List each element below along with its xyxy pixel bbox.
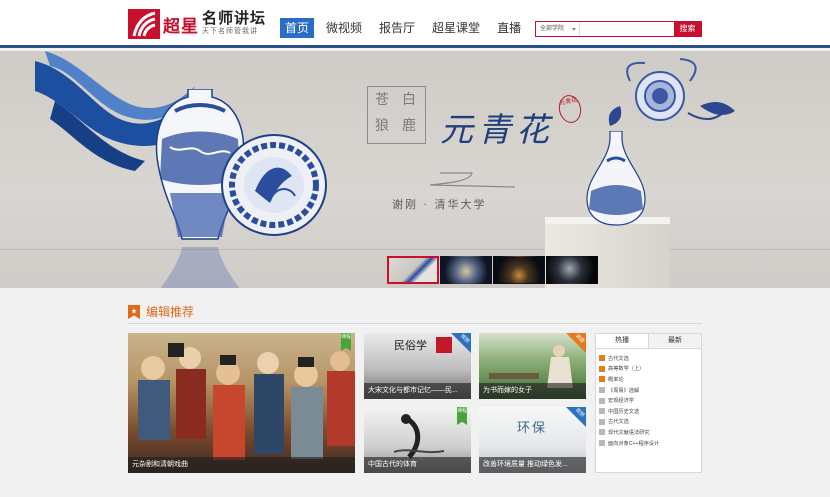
logo-emblem-icon (128, 9, 160, 39)
site-logo[interactable]: 超星 名师讲坛 天下名师管我讲 (128, 8, 278, 40)
hero-banner[interactable]: 白 鹿 苍 狼 元青花 元青花 谢刚 · 清华大学 (0, 51, 830, 288)
rank-marker-icon (599, 387, 605, 394)
rank-marker-icon (599, 365, 605, 372)
card-caption: 为书而嫁的女子 (479, 383, 586, 399)
tab-hot[interactable]: 热播 (596, 334, 649, 348)
nav-lecture-hall[interactable]: 报告厅 (374, 18, 420, 38)
editor-picks-header: 编辑推荐 (128, 304, 702, 324)
opera-figures-image (138, 343, 355, 460)
seal-char: 鹿 (402, 118, 416, 134)
search-input[interactable] (580, 22, 675, 36)
banner-thumbnail-strip (387, 256, 599, 284)
banner-thumb-1[interactable] (387, 256, 439, 284)
card-caption: 中国古代的体育 (364, 457, 471, 473)
brush-stroke-decoration (429, 172, 516, 188)
logo-tagline: 天下名师管我讲 (202, 28, 258, 35)
title-seal-box: 白 鹿 苍 狼 (367, 86, 426, 144)
list-item[interactable]: 概率论 (599, 374, 701, 385)
tab-latest[interactable]: 最新 (649, 334, 701, 348)
floor-line (0, 249, 830, 250)
chevron-down-icon (572, 28, 577, 31)
site-header: 超星 名师讲坛 天下名师管我讲 首页 微视频 报告厅 超星课堂 直播 全部 全部… (0, 0, 830, 48)
banner-thumb-3[interactable] (493, 256, 545, 284)
seal-char: 白 (402, 92, 416, 108)
list-item-label: 古代文选 (608, 355, 629, 362)
ranking-list: 古代文选 高等数学（上） 概率论 《周易》选解 宏观经济学 中国历史文选 古代文… (596, 349, 701, 448)
list-item[interactable]: 《周易》选解 (599, 385, 701, 396)
rank-marker-icon (599, 376, 605, 383)
blue-white-plate-image (221, 134, 327, 236)
list-item-label: 高等数学（上） (608, 366, 645, 373)
list-item[interactable]: 面向对象C++程序设计 (599, 438, 701, 449)
video-card[interactable]: 环保 视频 改善环境质量 推动绿色发... (479, 407, 586, 473)
rank-marker-icon (599, 397, 605, 404)
bookmark-star-icon (128, 305, 140, 319)
banner-thumb-4[interactable] (546, 256, 598, 284)
card-image-text: 环保 (517, 421, 548, 436)
nav-micro-video[interactable]: 微视频 (321, 18, 367, 38)
section-title: 编辑推荐 (146, 305, 195, 319)
search-button[interactable]: 搜索 (674, 22, 701, 36)
seal-char: 狼 (375, 118, 389, 134)
peony-painting-decoration (608, 58, 735, 126)
list-item[interactable]: 高等数学（上） (599, 364, 701, 375)
card-caption: 元杂剧和清朝戏曲 (128, 457, 355, 473)
rank-marker-icon (599, 408, 605, 415)
nav-live[interactable]: 直播 (492, 18, 526, 38)
list-item[interactable]: 古代文选 (599, 353, 701, 364)
lecture-card[interactable]: 讲座 为书而嫁的女子 (479, 333, 586, 399)
video-card[interactable]: 民俗学 视频 大宋文化与都市记忆——民... (364, 333, 471, 399)
list-item-label: 中国历史文选 (608, 408, 640, 415)
list-item-label: 宏观经济学 (608, 398, 634, 405)
card-caption: 大宋文化与都市记忆——民... (364, 383, 471, 399)
search-scope-label: 全部学院 (540, 26, 565, 32)
red-seal-stamp: 元青花 (556, 93, 584, 125)
list-item-label: 《周易》选解 (608, 387, 640, 394)
banner-thumb-2[interactable] (440, 256, 492, 284)
rank-marker-icon (599, 429, 605, 436)
rank-marker-icon (599, 418, 605, 425)
ranking-tabs: 热播 最新 (596, 334, 701, 349)
main-nav: 首页 微视频 报告厅 超星课堂 直播 全部 (280, 18, 574, 38)
ranking-panel: 热播 最新 古代文选 高等数学（上） 概率论 《周易》选解 宏观经济学 中国历史… (595, 333, 702, 473)
card-image-text: 民俗学 (394, 339, 427, 352)
nav-home[interactable]: 首页 (280, 18, 315, 38)
vase-reflection (158, 247, 242, 288)
search-bar: 全部学院 搜索 (535, 21, 702, 37)
seal-char: 苍 (375, 92, 389, 108)
yuhuchun-vase-image (586, 131, 646, 226)
course-card[interactable]: 课程 元杂剧和清朝戏曲 (128, 333, 355, 473)
nav-chaoxing-class[interactable]: 超星课堂 (427, 18, 485, 38)
banner-author: 谢刚 · 清华大学 (392, 198, 487, 211)
card-caption: 改善环境质量 推动绿色发... (479, 457, 586, 473)
rank-marker-icon (599, 355, 605, 362)
list-item-label: 概率论 (608, 376, 624, 383)
list-item-label: 古代文选 (608, 419, 629, 426)
list-item-label: 现代文献语法研究 (608, 429, 650, 436)
logo-title: 名师讲坛 (202, 10, 267, 27)
list-item[interactable]: 中国历史文选 (599, 406, 701, 417)
list-item-label: 面向对象C++程序设计 (608, 440, 660, 447)
rank-marker-icon (599, 440, 605, 447)
logo-brand-text: 超星 (163, 16, 199, 37)
banner-title: 元青花 (440, 110, 554, 149)
list-item[interactable]: 古代文选 (599, 417, 701, 428)
list-item[interactable]: 宏观经济学 (599, 395, 701, 406)
list-item[interactable]: 现代文献语法研究 (599, 427, 701, 438)
red-seal-image (436, 337, 452, 353)
course-card[interactable]: 课程 中国古代的体育 (364, 407, 471, 473)
search-scope-select[interactable]: 全部学院 (536, 22, 581, 36)
